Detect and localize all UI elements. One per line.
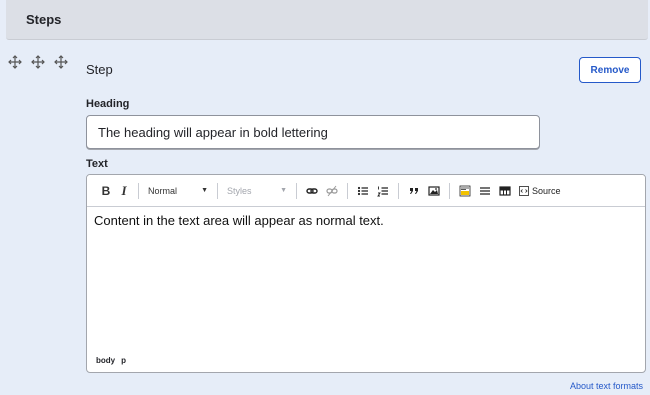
heading-input[interactable] bbox=[86, 115, 540, 149]
toolbar-separator bbox=[296, 182, 297, 199]
link-icon[interactable] bbox=[303, 181, 321, 201]
remove-button[interactable]: Remove bbox=[579, 57, 641, 83]
text-editor: B I Normal ▼ Styles ▼ Source Content in … bbox=[86, 174, 646, 373]
drag-handle-icon[interactable] bbox=[54, 55, 68, 69]
drag-handles bbox=[8, 55, 68, 69]
styles-select-value: Styles bbox=[227, 185, 252, 196]
numbered-list-icon[interactable] bbox=[374, 181, 392, 201]
source-icon bbox=[519, 185, 529, 196]
source-button[interactable]: Source bbox=[519, 186, 561, 196]
code-block-icon[interactable] bbox=[456, 181, 474, 201]
section-title: Steps bbox=[26, 12, 62, 27]
chevron-down-icon: ▼ bbox=[280, 187, 287, 194]
styles-select[interactable]: Styles ▼ bbox=[223, 181, 291, 201]
path-item-body[interactable]: body bbox=[96, 356, 115, 365]
text-label: Text bbox=[86, 158, 108, 170]
toolbar-separator bbox=[217, 182, 218, 199]
toolbar-separator bbox=[449, 182, 450, 199]
unlink-icon[interactable] bbox=[323, 181, 341, 201]
blockquote-icon[interactable] bbox=[405, 181, 423, 201]
italic-button[interactable]: I bbox=[115, 181, 133, 201]
format-select[interactable]: Normal ▼ bbox=[144, 181, 212, 201]
path-item-p[interactable]: p bbox=[121, 356, 126, 365]
about-text-formats-link[interactable]: About text formats bbox=[570, 381, 643, 391]
drag-handle-icon[interactable] bbox=[31, 55, 45, 69]
drag-handle-icon[interactable] bbox=[8, 55, 22, 69]
step-label: Step bbox=[86, 62, 113, 77]
element-path: body p bbox=[96, 356, 126, 365]
steps-header: Steps bbox=[6, 0, 648, 40]
toolbar-separator bbox=[398, 182, 399, 199]
editor-toolbar: B I Normal ▼ Styles ▼ Source bbox=[87, 175, 645, 207]
editor-content[interactable]: Content in the text area will appear as … bbox=[87, 207, 645, 342]
bulleted-list-icon[interactable] bbox=[354, 181, 372, 201]
image-icon[interactable] bbox=[425, 181, 443, 201]
source-label: Source bbox=[532, 185, 561, 196]
heading-label: Heading bbox=[86, 98, 130, 110]
toolbar-separator bbox=[138, 182, 139, 199]
table-icon[interactable] bbox=[496, 181, 514, 201]
toolbar-separator bbox=[347, 182, 348, 199]
bold-button[interactable]: B bbox=[97, 181, 115, 201]
chevron-down-icon: ▼ bbox=[201, 187, 208, 194]
format-select-value: Normal bbox=[148, 185, 178, 196]
horizontal-line-icon[interactable] bbox=[476, 181, 494, 201]
